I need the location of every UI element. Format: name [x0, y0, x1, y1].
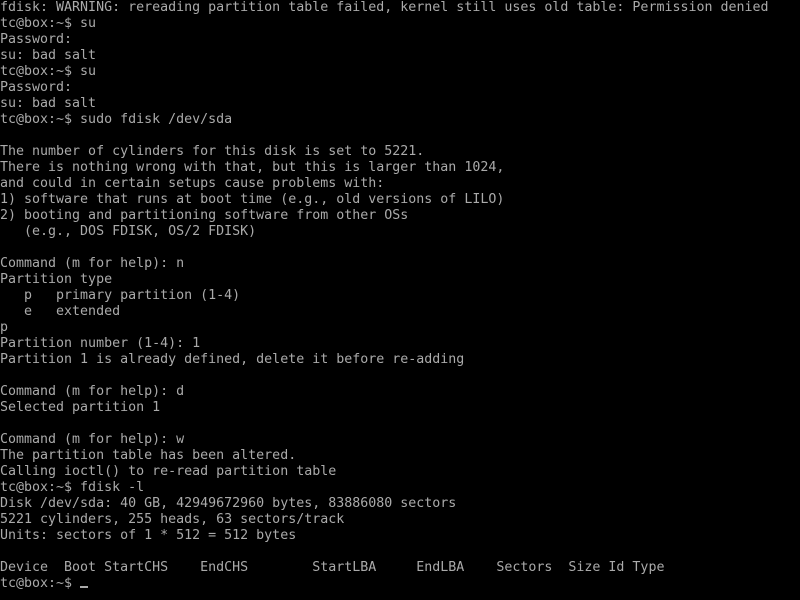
terminal-line: tc@box:~$ su: [0, 16, 97, 31]
terminal-line: There is nothing wrong with that, but th…: [0, 160, 505, 175]
terminal-line: Disk /dev/sda: 40 GB, 42949672960 bytes,…: [0, 496, 457, 511]
terminal-line: p primary partition (1-4): [0, 288, 241, 303]
terminal-line: Partition 1 is already defined, delete i…: [0, 352, 465, 367]
terminal-line: Password:: [0, 80, 73, 95]
terminal-line: Selected partition 1: [0, 400, 161, 415]
terminal-line: Password:: [0, 32, 73, 47]
terminal-line: e extended: [0, 304, 121, 319]
terminal-line: fdisk: WARNING: rereading partition tabl…: [0, 0, 769, 15]
terminal-line: Calling ioctl() to re-read partition tab…: [0, 464, 337, 479]
terminal-line: p: [0, 320, 9, 335]
terminal-line: The partition table has been altered.: [0, 448, 297, 463]
terminal-line: Command (m for help): d: [0, 384, 185, 399]
terminal-line: tc@box:~$ su: [0, 64, 97, 79]
terminal-line: and could in certain setups cause proble…: [0, 176, 385, 191]
terminal-line: tc@box:~$ sudo fdisk /dev/sda: [0, 112, 233, 127]
shell-prompt: tc@box:~$: [0, 576, 81, 591]
terminal-line: su: bad salt: [0, 96, 97, 111]
terminal-line: Command (m for help): w: [0, 432, 185, 447]
terminal-output: fdisk: WARNING: rereading partition tabl…: [0, 0, 800, 576]
terminal-line: 5221 cylinders, 255 heads, 63 sectors/tr…: [0, 512, 345, 527]
terminal-line: Units: sectors of 1 * 512 = 512 bytes: [0, 528, 297, 543]
terminal-line: Partition number (1-4): 1: [0, 336, 201, 351]
terminal-line: The number of cylinders for this disk is…: [0, 144, 425, 159]
terminal-line: 2) booting and partitioning software fro…: [0, 208, 409, 223]
text-cursor: [80, 586, 89, 588]
terminal-line: Partition type: [0, 272, 113, 287]
terminal-line: Command (m for help): n: [0, 256, 185, 271]
terminal-line: tc@box:~$ fdisk -l: [0, 480, 145, 495]
terminal-line: Device Boot StartCHS EndCHS StartLBA End…: [0, 560, 665, 575]
terminal-line: su: bad salt: [0, 48, 97, 63]
terminal-screen[interactable]: fdisk: WARNING: rereading partition tabl…: [0, 0, 800, 600]
terminal-line: (e.g., DOS FDISK, OS/2 FDISK): [0, 224, 257, 239]
terminal-line: 1) software that runs at boot time (e.g.…: [0, 192, 505, 207]
command-prompt-line[interactable]: tc@box:~$: [0, 576, 800, 592]
